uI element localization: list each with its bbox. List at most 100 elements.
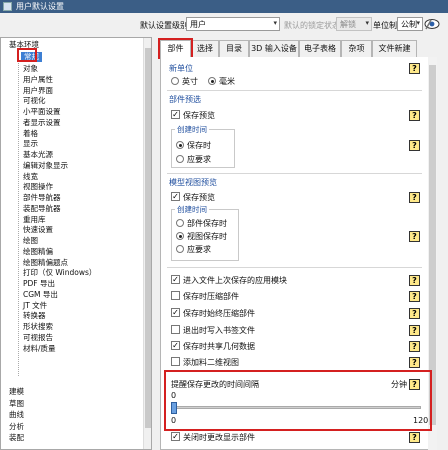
help-icon[interactable]: ? bbox=[409, 379, 420, 390]
radio-view-on-save[interactable] bbox=[176, 232, 184, 240]
tree-item-child[interactable]: 部件导航器 bbox=[23, 193, 61, 203]
opt6-label: 添加料二维视图 bbox=[183, 358, 239, 367]
tree-item-child[interactable]: 可视报告 bbox=[23, 333, 53, 343]
reminder-unit: 分钟 bbox=[391, 380, 407, 389]
tree-item-root[interactable]: 基本环境 bbox=[9, 40, 39, 50]
divider bbox=[167, 267, 422, 268]
tree-scrollbar-thumb[interactable] bbox=[145, 48, 151, 428]
lock-select[interactable]: 解锁 ▾ bbox=[336, 17, 372, 31]
tree-item-child[interactable]: 线宽 bbox=[23, 172, 38, 182]
tree-item-child[interactable]: 快速设置 bbox=[23, 225, 53, 235]
save-preview2-checkbox[interactable]: ✓ bbox=[171, 192, 180, 201]
tree-item-selected[interactable]: 常规 bbox=[21, 52, 42, 62]
tree-item-child[interactable]: 基本光源 bbox=[23, 150, 53, 160]
tree-item-top[interactable]: 建模 bbox=[9, 387, 24, 397]
tree-scrollbar[interactable] bbox=[143, 38, 151, 449]
tree-item-child[interactable]: 装配导航器 bbox=[23, 204, 61, 214]
radio-part-on-save[interactable] bbox=[176, 219, 184, 227]
help-icon[interactable]: ? bbox=[409, 357, 420, 368]
tree-item-child[interactable]: 视图操作 bbox=[23, 182, 53, 192]
create-time-group: 创建时间 保存时 应要求 bbox=[171, 124, 235, 168]
tree-item-child[interactable]: 绘图精偏题点 bbox=[23, 258, 68, 268]
content-scrollbar-thumb[interactable] bbox=[429, 65, 436, 425]
tree-item-child[interactable]: 者显示设置 bbox=[23, 118, 61, 128]
help-icon[interactable]: ? bbox=[409, 432, 420, 443]
tree-item-child[interactable]: 材料/质量 bbox=[23, 344, 56, 354]
tree-item-child[interactable]: 绘图 bbox=[23, 236, 38, 246]
last-opt-label: 关闭时更改显示部件 bbox=[183, 433, 255, 442]
help-icon[interactable]: ? bbox=[409, 110, 420, 121]
radio-on-demand[interactable] bbox=[176, 155, 184, 163]
slider-track[interactable] bbox=[171, 406, 421, 409]
tree-item-child[interactable]: 可视化 bbox=[23, 96, 46, 106]
tree-item-child[interactable]: 用户属性 bbox=[23, 75, 53, 85]
content-scrollbar[interactable] bbox=[428, 57, 437, 450]
help-icon[interactable]: ? bbox=[409, 291, 420, 302]
radio-mm[interactable] bbox=[208, 77, 216, 85]
help-icon[interactable]: ? bbox=[409, 192, 420, 203]
help-icon[interactable]: ? bbox=[409, 231, 420, 242]
tree-item-child[interactable]: JT 文件 bbox=[23, 301, 47, 311]
reminder-title: 提醒保存更改的时间间隔 bbox=[171, 380, 259, 389]
unit-inch-label: 英寸 bbox=[182, 77, 198, 86]
level-select[interactable]: 用户 ▾ bbox=[186, 17, 280, 31]
unit-select[interactable]: 公制 ▾ bbox=[397, 17, 423, 31]
tab-misc[interactable]: 杂项 bbox=[341, 40, 372, 57]
tree-item-child[interactable]: 着格 bbox=[23, 129, 38, 139]
chevron-down-icon: ▾ bbox=[365, 19, 369, 27]
help-icon[interactable]: ? bbox=[409, 341, 420, 352]
help-icon[interactable]: ? bbox=[409, 275, 420, 286]
level-label: 默认设置级别 bbox=[140, 21, 188, 30]
tree-item-child[interactable]: 形状搜索 bbox=[23, 322, 53, 332]
slider-value: 0 bbox=[171, 391, 177, 400]
tab-directory[interactable]: 目录 bbox=[219, 40, 249, 57]
tree-item-child[interactable]: 显示 bbox=[23, 139, 38, 149]
tree-item-top[interactable]: 曲线 bbox=[9, 410, 24, 420]
opt4-checkbox[interactable] bbox=[171, 325, 180, 334]
tab-part[interactable]: 部件 bbox=[160, 40, 191, 58]
tree-item-child[interactable]: 打印（仅 Windows） bbox=[23, 268, 96, 278]
help-icon[interactable]: ? bbox=[409, 325, 420, 336]
title-bar: 用户默认设置 bbox=[0, 0, 448, 13]
opt6-checkbox[interactable] bbox=[171, 357, 180, 366]
tree-item-child[interactable]: CGM 导出 bbox=[23, 290, 58, 300]
tree-item-child[interactable]: 重用库 bbox=[23, 215, 46, 225]
tree-item-child[interactable]: PDF 导出 bbox=[23, 279, 55, 289]
tab-selection[interactable]: 选择 bbox=[191, 40, 219, 57]
tree-item-child[interactable]: 对象 bbox=[23, 64, 38, 74]
opt3-checkbox[interactable]: ✓ bbox=[171, 308, 180, 317]
tree-item-child[interactable]: 编辑对象显示 bbox=[23, 161, 68, 171]
tab-spreadsheet[interactable]: 电子表格 bbox=[299, 40, 341, 57]
tree-item-child[interactable]: 用户界面 bbox=[23, 86, 53, 96]
part-preview-title: 部件预选 bbox=[169, 95, 201, 104]
radio-on-demand-2[interactable] bbox=[176, 245, 184, 253]
tree-item-top[interactable]: 装配 bbox=[9, 433, 24, 443]
tree-item-top[interactable]: 草图 bbox=[9, 399, 24, 409]
settings-tree: 基本环境 常规 对象 用户属性 用户界面 可视化 小平面设置 者显示设置 着格 显示 基本光源编… bbox=[0, 37, 152, 450]
radio-inch[interactable] bbox=[171, 77, 179, 85]
level-select-value: 用户 bbox=[190, 20, 206, 29]
window-title: 用户默认设置 bbox=[16, 2, 64, 11]
help-icon[interactable]: ? bbox=[409, 140, 420, 151]
last-opt-checkbox[interactable]: ✓ bbox=[171, 432, 180, 441]
unit-label: 单位制 bbox=[373, 21, 397, 30]
opt2-checkbox[interactable] bbox=[171, 291, 180, 300]
help-icon[interactable]: ? bbox=[409, 308, 420, 319]
view-icon[interactable] bbox=[424, 16, 440, 32]
save-preview-label: 保存预览 bbox=[183, 111, 215, 120]
tree-item-child[interactable]: 转换器 bbox=[23, 311, 46, 321]
radio-on-save[interactable] bbox=[176, 141, 184, 149]
lock-select-value: 解锁 bbox=[340, 20, 356, 29]
opt1-checkbox[interactable]: ✓ bbox=[171, 275, 180, 284]
tree-item-child[interactable]: 小平面设置 bbox=[23, 107, 61, 117]
tree-item-child[interactable]: 绘图精偏 bbox=[23, 247, 53, 257]
tab-3d-input[interactable]: 3D 输入设备 bbox=[249, 40, 299, 57]
tree-item-top[interactable]: 分析 bbox=[9, 422, 24, 432]
opt5-checkbox[interactable]: ✓ bbox=[171, 341, 180, 350]
opt4-label: 退出时写入书签文件 bbox=[183, 326, 255, 335]
lock-label: 默认的锁定状态 bbox=[284, 21, 340, 30]
save-preview-checkbox[interactable]: ✓ bbox=[171, 110, 180, 119]
slider-thumb[interactable] bbox=[171, 402, 177, 414]
help-icon[interactable]: ? bbox=[409, 63, 420, 74]
tab-file-new[interactable]: 文件新建 bbox=[372, 40, 417, 57]
